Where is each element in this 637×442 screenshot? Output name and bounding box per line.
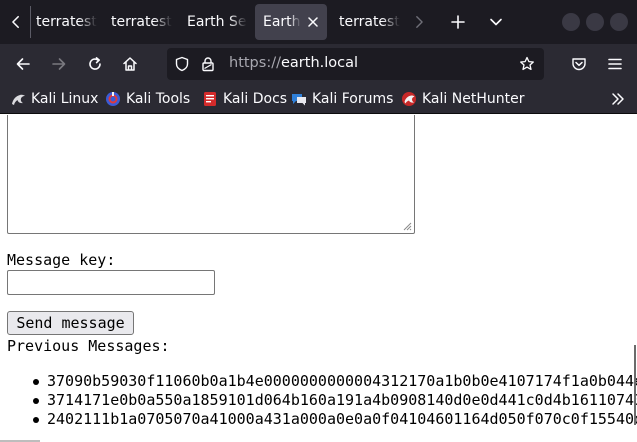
tab-2[interactable]: terratest bbox=[103, 4, 175, 40]
tab-5-label: terratest bbox=[339, 14, 400, 30]
resize-grip-icon[interactable] bbox=[402, 221, 412, 231]
bookmark-label: Kali Linux bbox=[31, 91, 99, 107]
plus-icon bbox=[451, 15, 465, 29]
url-bar[interactable]: https://earth.local bbox=[167, 48, 544, 80]
back-button[interactable] bbox=[7, 48, 39, 80]
window-close-button[interactable] bbox=[610, 13, 628, 31]
message-text: 37090b59030f11060b0a1b4e0000000000004312… bbox=[47, 372, 637, 390]
message-key-label: Message key: bbox=[7, 251, 116, 269]
home-button[interactable] bbox=[114, 48, 146, 80]
list-item: 2402111b1a0705070a41000a431a000a0e0a0f04… bbox=[0, 410, 637, 429]
forward-button[interactable] bbox=[43, 48, 75, 80]
message-key-input[interactable] bbox=[7, 270, 215, 295]
message-text: 3714171e0b0a550a1859101d064b160a191a4b09… bbox=[47, 391, 637, 409]
message-text: 2402111b1a0705070a41000a431a000a0e0a0f04… bbox=[47, 410, 637, 428]
arrow-left-icon bbox=[16, 58, 30, 70]
bookmark-kali-linux[interactable]: Kali Linux bbox=[10, 90, 98, 108]
tab-4-selected[interactable]: Earth bbox=[255, 4, 327, 40]
pocket-button[interactable] bbox=[563, 48, 595, 80]
tracking-protection-shield-icon[interactable] bbox=[174, 56, 190, 72]
url-host: earth.local bbox=[280, 55, 359, 71]
tab-3[interactable]: Earth Se bbox=[179, 4, 251, 40]
reload-icon bbox=[89, 57, 101, 70]
chevron-down-icon bbox=[490, 18, 502, 26]
bullet-icon bbox=[33, 379, 39, 385]
chevron-right-icon bbox=[416, 16, 423, 28]
page-scrollbar[interactable] bbox=[634, 345, 636, 425]
pocket-icon bbox=[572, 58, 586, 71]
kali-tools-icon bbox=[105, 91, 121, 107]
tab-2-label: terratest bbox=[111, 14, 172, 30]
bookmark-kali-nethunter[interactable]: Kali NetHunter bbox=[401, 90, 524, 108]
lock-icon[interactable] bbox=[200, 56, 216, 72]
home-icon bbox=[123, 57, 137, 71]
bookmark-label: Kali Tools bbox=[126, 91, 191, 107]
bookmark-star-icon[interactable] bbox=[519, 56, 535, 72]
kali-forums-icon bbox=[291, 91, 307, 107]
scroll-tabs-left-button[interactable] bbox=[3, 0, 31, 44]
double-chevron-right-icon bbox=[612, 93, 624, 105]
window-maximize-button[interactable] bbox=[586, 13, 604, 31]
scroll-tabs-right-button[interactable] bbox=[406, 0, 432, 44]
bookmark-kali-forums[interactable]: Kali Forums bbox=[291, 90, 393, 108]
application-menu-button[interactable] bbox=[599, 48, 631, 80]
bookmark-label: Kali NetHunter bbox=[422, 91, 525, 107]
tab-4-label: Earth bbox=[263, 14, 301, 30]
kali-docs-icon bbox=[202, 91, 218, 107]
kali-dragon-icon bbox=[10, 91, 26, 107]
url-text[interactable]: https://earth.local bbox=[229, 55, 358, 71]
close-icon bbox=[308, 17, 318, 27]
bookmark-label: Kali Docs bbox=[223, 91, 288, 107]
list-item: 3714171e0b0a550a1859101d064b160a191a4b09… bbox=[0, 391, 637, 410]
arrow-right-icon bbox=[52, 58, 66, 70]
tab-3-label: Earth Se bbox=[187, 14, 247, 30]
bullet-icon bbox=[33, 417, 39, 423]
chevron-left-icon bbox=[12, 15, 19, 29]
reload-button[interactable] bbox=[79, 48, 111, 80]
bullet-icon bbox=[33, 398, 39, 404]
bookmark-kali-tools[interactable]: Kali Tools bbox=[105, 90, 190, 108]
tab-1-label: terratest bbox=[36, 14, 97, 30]
tab-strip: terratest terratest Earth Se Earth terra… bbox=[0, 0, 637, 44]
bookmark-label: Kali Forums bbox=[312, 91, 394, 107]
new-tab-button[interactable] bbox=[444, 8, 472, 36]
message-textarea[interactable] bbox=[7, 115, 415, 234]
navigation-toolbar: https://earth.local bbox=[0, 44, 637, 84]
bookmark-kali-docs[interactable]: Kali Docs bbox=[202, 90, 287, 108]
window-minimize-button[interactable] bbox=[562, 13, 580, 31]
previous-messages-title: Previous Messages: bbox=[7, 337, 170, 355]
url-scheme: https:// bbox=[229, 55, 281, 71]
list-item: 37090b59030f11060b0a1b4e0000000000004312… bbox=[0, 372, 637, 391]
kali-nethunter-icon bbox=[401, 91, 417, 107]
more-bookmarks-button[interactable] bbox=[608, 90, 628, 108]
close-tab-button[interactable] bbox=[305, 14, 321, 30]
list-all-tabs-button[interactable] bbox=[482, 8, 510, 36]
hamburger-menu-icon bbox=[608, 58, 622, 70]
previous-messages-list: 37090b59030f11060b0a1b4e0000000000004312… bbox=[0, 372, 637, 429]
tab-5[interactable]: terratest bbox=[331, 4, 403, 40]
send-message-button[interactable]: Send message bbox=[7, 311, 134, 335]
page-content: Message key: Send message Previous Messa… bbox=[0, 115, 637, 442]
bookmarks-toolbar: Kali Linux Kali Tools Kali Docs Kali For… bbox=[0, 84, 637, 114]
tab-1[interactable]: terratest bbox=[28, 4, 100, 40]
